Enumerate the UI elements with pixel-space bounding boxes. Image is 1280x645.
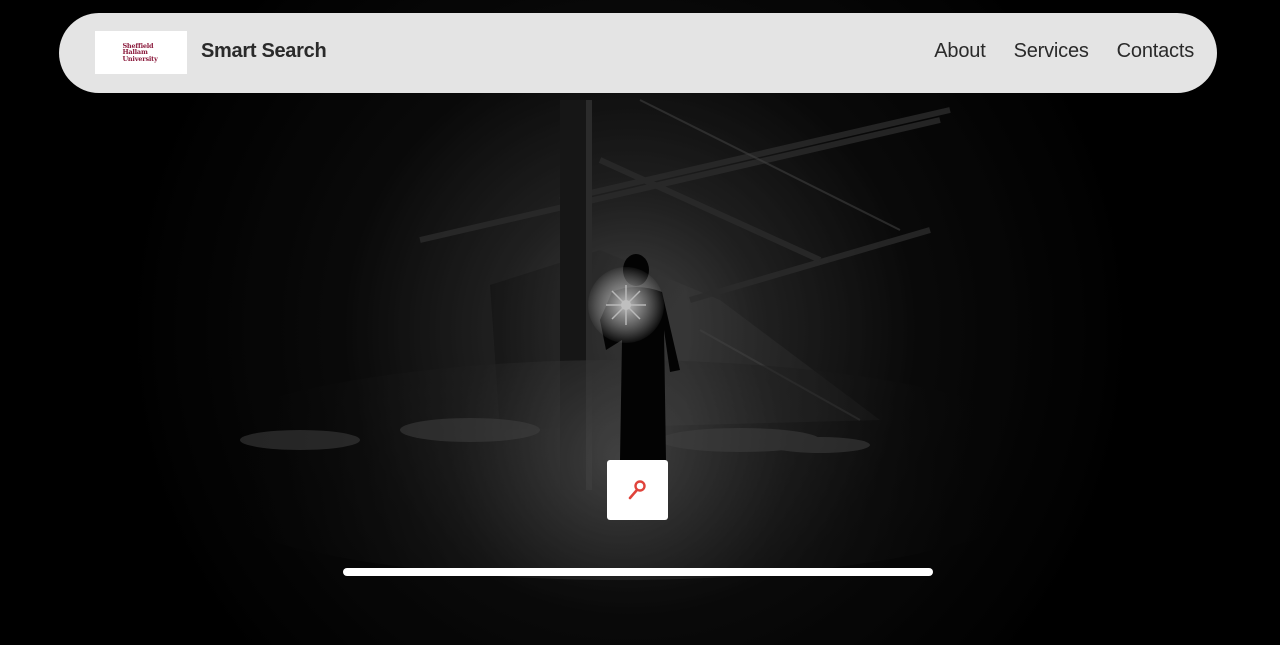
navbar: Sheffield Hallam University Smart Search… (59, 13, 1217, 93)
nav-link-about[interactable]: About (934, 40, 985, 63)
hero-image (0, 0, 1280, 645)
search-bar[interactable] (343, 568, 933, 576)
nav-link-services[interactable]: Services (1014, 40, 1089, 63)
university-logo[interactable]: Sheffield Hallam University (95, 31, 187, 74)
search-icon (628, 480, 646, 500)
brand-title[interactable]: Smart Search (201, 40, 327, 63)
nav-link-contacts[interactable]: Contacts (1117, 40, 1195, 63)
hero-background (0, 0, 1280, 645)
nav-links: About Services Contacts (934, 40, 1194, 63)
search-button[interactable] (607, 460, 668, 520)
logo-text: Sheffield Hallam University (122, 41, 158, 63)
